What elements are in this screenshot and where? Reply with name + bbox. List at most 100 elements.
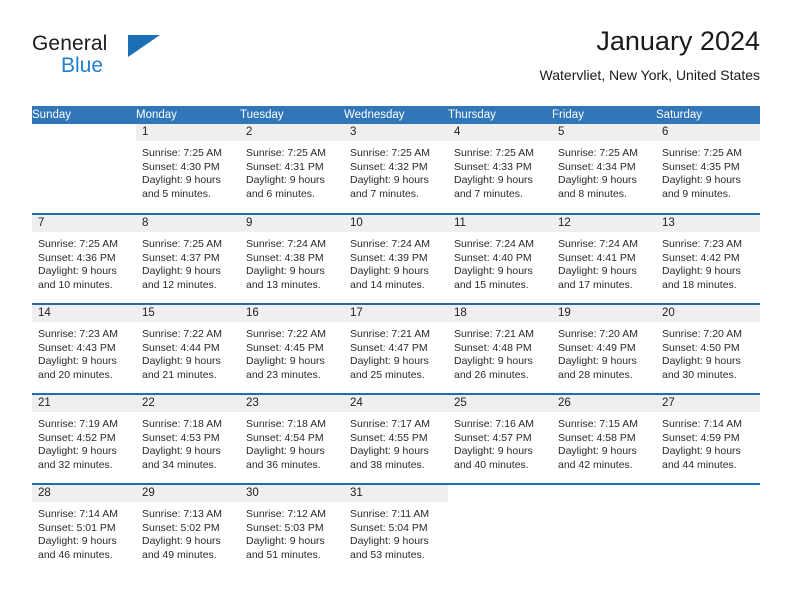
day-cell[interactable]: 16 Sunrise: 7:22 AM Sunset: 4:45 PM Dayligh…	[240, 305, 344, 393]
day-cell[interactable]: 27 Sunrise: 7:14 AM Sunset: 4:59 PM Dayligh…	[656, 395, 760, 483]
day-number	[656, 485, 760, 502]
day-details: Sunrise: 7:14 AM Sunset: 4:59 PM Daylight:…	[656, 412, 760, 472]
day-cell[interactable]: 25 Sunrise: 7:16 AM Sunset: 4:57 PM Dayligh…	[448, 395, 552, 483]
daylight-text-line2: and 5 minutes.	[142, 187, 211, 200]
day-cell[interactable]: 4 Sunrise: 7:25 AM Sunset: 4:33 PM Daylight…	[448, 124, 552, 212]
sunset-text: Sunset: 4:32 PM	[350, 160, 428, 173]
daylight-text-line2: and 21 minutes.	[142, 368, 217, 381]
brand-logo[interactable]: General Blue	[32, 32, 202, 82]
calendar-cell: 14 Sunrise: 7:23 AM Sunset: 4:43 PM Dayligh…	[32, 303, 136, 394]
day-number: 1	[136, 124, 240, 141]
calendar-cell: 19 Sunrise: 7:20 AM Sunset: 4:49 PM Dayligh…	[552, 303, 656, 394]
day-cell[interactable]: 13 Sunrise: 7:23 AM Sunset: 4:42 PM Dayligh…	[656, 215, 760, 303]
day-number: 2	[240, 124, 344, 141]
day-cell[interactable]: 11 Sunrise: 7:24 AM Sunset: 4:40 PM Dayligh…	[448, 215, 552, 303]
daylight-text-line1: Daylight: 9 hours	[38, 265, 117, 277]
day-number	[448, 485, 552, 502]
daylight-text-line2: and 13 minutes.	[246, 278, 321, 291]
brand-name-general: General	[32, 32, 108, 55]
day-cell[interactable]: 5 Sunrise: 7:25 AM Sunset: 4:34 PM Daylight…	[552, 124, 656, 212]
day-cell[interactable]: 10 Sunrise: 7:24 AM Sunset: 4:39 PM Dayligh…	[344, 215, 448, 303]
triangle-logo-icon	[128, 35, 160, 57]
calendar-week-row: 21 Sunrise: 7:19 AM Sunset: 4:52 PM Dayligh…	[32, 393, 760, 484]
daylight-text-line1: Daylight: 9 hours	[350, 535, 429, 547]
daylight-text-line1: Daylight: 9 hours	[558, 265, 637, 277]
day-cell[interactable]: 2 Sunrise: 7:25 AM Sunset: 4:31 PM Daylight…	[240, 124, 344, 212]
day-cell[interactable]: 23 Sunrise: 7:18 AM Sunset: 4:54 PM Dayligh…	[240, 395, 344, 483]
daylight-text-line1: Daylight: 9 hours	[350, 265, 429, 277]
calendar-cell: 26 Sunrise: 7:15 AM Sunset: 4:58 PM Dayligh…	[552, 393, 656, 484]
day-cell[interactable]: 15 Sunrise: 7:22 AM Sunset: 4:44 PM Dayligh…	[136, 305, 240, 393]
sunset-text: Sunset: 4:34 PM	[558, 160, 636, 173]
day-cell[interactable]: 31 Sunrise: 7:11 AM Sunset: 5:04 PM Dayligh…	[344, 485, 448, 573]
calendar-cell: 9 Sunrise: 7:24 AM Sunset: 4:38 PM Daylight…	[240, 213, 344, 304]
day-cell[interactable]: 21 Sunrise: 7:19 AM Sunset: 4:52 PM Dayligh…	[32, 395, 136, 483]
calendar-cell: 15 Sunrise: 7:22 AM Sunset: 4:44 PM Dayligh…	[136, 303, 240, 394]
sunset-text: Sunset: 4:53 PM	[142, 431, 220, 444]
day-cell[interactable]: 20 Sunrise: 7:20 AM Sunset: 4:50 PM Dayligh…	[656, 305, 760, 393]
calendar-page: General Blue January 2024 Watervliet, Ne…	[0, 0, 792, 612]
calendar-cell: 8 Sunrise: 7:25 AM Sunset: 4:37 PM Daylight…	[136, 213, 240, 304]
day-cell[interactable]: 28 Sunrise: 7:14 AM Sunset: 5:01 PM Dayligh…	[32, 485, 136, 573]
day-cell[interactable]: 3 Sunrise: 7:25 AM Sunset: 4:32 PM Daylight…	[344, 124, 448, 212]
sunset-text: Sunset: 4:35 PM	[662, 160, 740, 173]
calendar-cell: 3 Sunrise: 7:25 AM Sunset: 4:32 PM Daylight…	[344, 124, 448, 214]
sunrise-text: Sunrise: 7:18 AM	[246, 418, 326, 430]
day-cell[interactable]: 24 Sunrise: 7:17 AM Sunset: 4:55 PM Dayligh…	[344, 395, 448, 483]
sunset-text: Sunset: 4:50 PM	[662, 341, 740, 354]
day-number: 20	[656, 305, 760, 322]
day-details: Sunrise: 7:21 AM Sunset: 4:48 PM Daylight:…	[448, 322, 552, 382]
day-cell[interactable]: 26 Sunrise: 7:15 AM Sunset: 4:58 PM Dayligh…	[552, 395, 656, 483]
calendar-cell: 30 Sunrise: 7:12 AM Sunset: 5:03 PM Dayligh…	[240, 483, 344, 574]
day-number: 14	[32, 305, 136, 322]
sunset-text: Sunset: 4:39 PM	[350, 251, 428, 264]
day-details: Sunrise: 7:25 AM Sunset: 4:35 PM Daylight:…	[656, 141, 760, 201]
day-number: 9	[240, 215, 344, 232]
day-cell[interactable]: 17 Sunrise: 7:21 AM Sunset: 4:47 PM Dayligh…	[344, 305, 448, 393]
day-cell[interactable]: 14 Sunrise: 7:23 AM Sunset: 4:43 PM Dayligh…	[32, 305, 136, 393]
day-details: Sunrise: 7:15 AM Sunset: 4:58 PM Daylight:…	[552, 412, 656, 472]
daylight-text-line2: and 6 minutes.	[246, 187, 315, 200]
day-details: Sunrise: 7:14 AM Sunset: 5:01 PM Daylight:…	[32, 502, 136, 562]
day-cell[interactable]: 19 Sunrise: 7:20 AM Sunset: 4:49 PM Dayligh…	[552, 305, 656, 393]
calendar-cell: 21 Sunrise: 7:19 AM Sunset: 4:52 PM Dayligh…	[32, 393, 136, 484]
calendar-cell: 6 Sunrise: 7:25 AM Sunset: 4:35 PM Daylight…	[656, 124, 760, 214]
daylight-text-line2: and 26 minutes.	[454, 368, 529, 381]
daylight-text-line2: and 42 minutes.	[558, 458, 633, 471]
calendar-cell: 29 Sunrise: 7:13 AM Sunset: 5:02 PM Dayligh…	[136, 483, 240, 574]
day-number: 8	[136, 215, 240, 232]
daylight-text-line2: and 34 minutes.	[142, 458, 217, 471]
daylight-text-line1: Daylight: 9 hours	[38, 445, 117, 457]
sunrise-text: Sunrise: 7:25 AM	[558, 147, 638, 159]
day-number: 16	[240, 305, 344, 322]
day-number: 26	[552, 395, 656, 412]
day-cell[interactable]: 9 Sunrise: 7:24 AM Sunset: 4:38 PM Daylight…	[240, 215, 344, 303]
day-details: Sunrise: 7:13 AM Sunset: 5:02 PM Daylight:…	[136, 502, 240, 562]
day-cell[interactable]: 6 Sunrise: 7:25 AM Sunset: 4:35 PM Daylight…	[656, 124, 760, 212]
day-number: 19	[552, 305, 656, 322]
day-cell[interactable]: 1 Sunrise: 7:25 AM Sunset: 4:30 PM Daylight…	[136, 124, 240, 212]
daylight-text-line2: and 14 minutes.	[350, 278, 425, 291]
daylight-text-line1: Daylight: 9 hours	[350, 445, 429, 457]
day-cell[interactable]: 29 Sunrise: 7:13 AM Sunset: 5:02 PM Dayligh…	[136, 485, 240, 573]
calendar-cell	[656, 483, 760, 574]
weekday-header-monday: Monday	[136, 106, 240, 124]
day-cell[interactable]: 12 Sunrise: 7:24 AM Sunset: 4:41 PM Dayligh…	[552, 215, 656, 303]
daylight-text-line1: Daylight: 9 hours	[142, 355, 221, 367]
weekday-header-wednesday: Wednesday	[344, 106, 448, 124]
empty-day-cell	[656, 485, 760, 573]
day-cell[interactable]: 18 Sunrise: 7:21 AM Sunset: 4:48 PM Dayligh…	[448, 305, 552, 393]
calendar-week-row: 7 Sunrise: 7:25 AM Sunset: 4:36 PM Daylight…	[32, 213, 760, 304]
sunrise-text: Sunrise: 7:14 AM	[38, 508, 118, 520]
daylight-text-line1: Daylight: 9 hours	[350, 174, 429, 186]
day-cell[interactable]: 30 Sunrise: 7:12 AM Sunset: 5:03 PM Dayligh…	[240, 485, 344, 573]
day-number: 11	[448, 215, 552, 232]
day-number: 22	[136, 395, 240, 412]
day-cell[interactable]: 8 Sunrise: 7:25 AM Sunset: 4:37 PM Daylight…	[136, 215, 240, 303]
day-cell[interactable]: 7 Sunrise: 7:25 AM Sunset: 4:36 PM Daylight…	[32, 215, 136, 303]
sunrise-text: Sunrise: 7:23 AM	[662, 238, 742, 250]
sunrise-text: Sunrise: 7:25 AM	[662, 147, 742, 159]
day-details: Sunrise: 7:18 AM Sunset: 4:53 PM Daylight:…	[136, 412, 240, 472]
sunrise-text: Sunrise: 7:13 AM	[142, 508, 222, 520]
day-cell[interactable]: 22 Sunrise: 7:18 AM Sunset: 4:53 PM Dayligh…	[136, 395, 240, 483]
